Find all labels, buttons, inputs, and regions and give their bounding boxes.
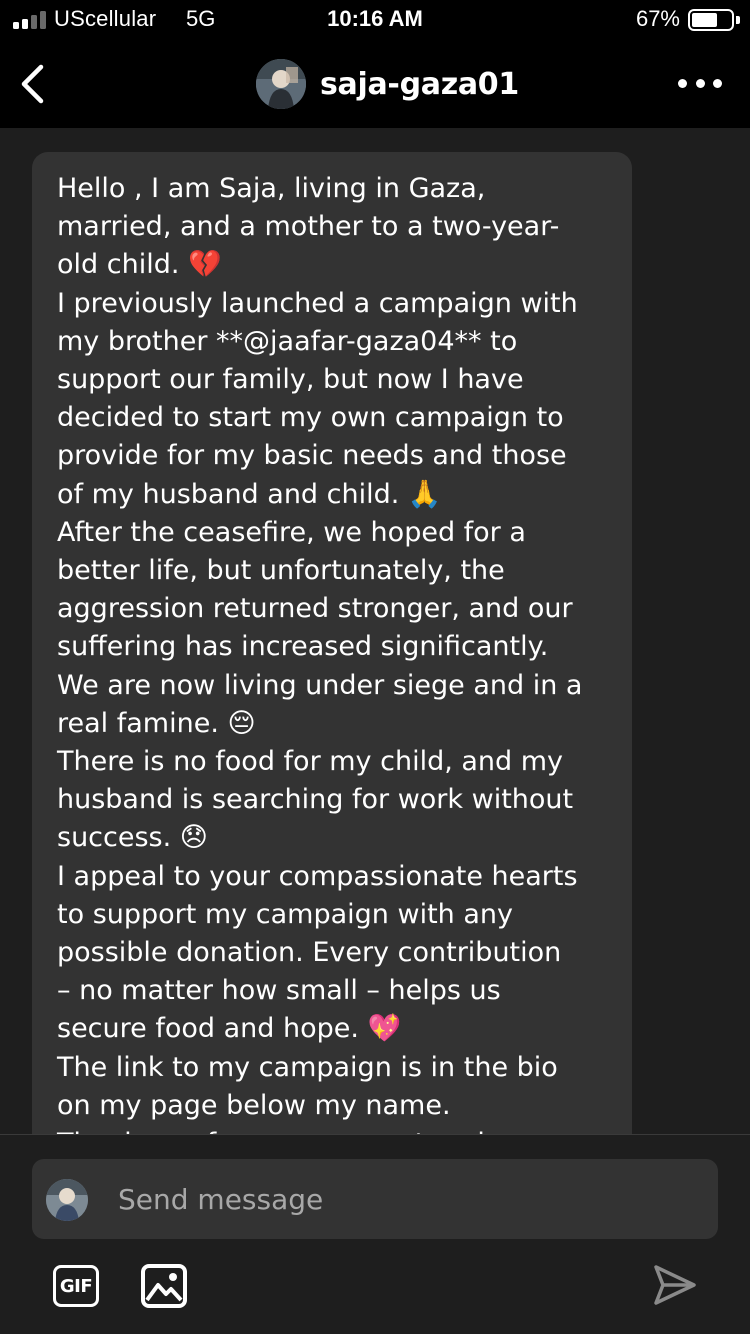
gif-button-label: GIF <box>59 1275 93 1297</box>
message-line: There is no food for my child, and my <box>57 746 564 778</box>
chevron-left-icon <box>21 64 44 104</box>
message-line: my brother **@jaafar-gaza04** to <box>57 325 518 357</box>
message-input-box[interactable] <box>32 1159 718 1239</box>
conversation-thread[interactable]: Hello , I am Saja, living in Gaza, marrie… <box>0 128 750 1134</box>
message-input[interactable] <box>118 1159 698 1239</box>
message-line: real famine. 😔 <box>57 707 256 739</box>
message-line: better life, but unfortunately, the <box>57 555 505 587</box>
message-line: possible donation. Every contribution <box>57 937 562 969</box>
message-line: old child. 💔 <box>57 249 222 281</box>
message-line: aggression returned stronger, and our <box>57 593 573 625</box>
message-line: married, and a mother to a two-year- <box>57 211 560 243</box>
send-button[interactable] <box>650 1261 698 1309</box>
message-line: – no matter how small – helps us <box>57 975 501 1007</box>
message-line: I appeal to your compassionate hearts <box>57 860 578 892</box>
chat-title[interactable]: saja-gaza01 <box>256 56 519 112</box>
message-bubble[interactable]: Hello , I am Saja, living in Gaza, marrie… <box>32 152 632 1134</box>
avatar[interactable] <box>256 59 306 109</box>
message-line: support our family, but now I have <box>57 364 524 396</box>
message-line: success. 😞 <box>57 822 208 854</box>
chat-header: saja-gaza01 <box>0 40 750 128</box>
status-bar: UScellular 5G 10:16 AM 67% <box>0 0 750 40</box>
avatar-image <box>256 59 306 109</box>
message-line: on my page below my name. <box>57 1089 451 1121</box>
image-button[interactable] <box>140 1263 188 1309</box>
more-horizontal-icon <box>678 78 687 88</box>
message-line: to support my campaign with any <box>57 898 514 930</box>
battery-icon <box>688 9 734 31</box>
message-line: of my husband and child. 🙏 <box>57 478 442 510</box>
message-line: decided to start my own campaign to <box>57 402 564 434</box>
message-line: suffering has increased significantly. <box>57 631 549 663</box>
battery-tip <box>736 16 740 24</box>
message-text: Hello , I am Saja, living in Gaza, marrie… <box>57 170 614 1134</box>
message-line: provide for my basic needs and those <box>57 440 567 472</box>
message-line: The link to my campaign is in the bio <box>57 1051 558 1083</box>
message-line: husband is searching for work without <box>57 784 574 816</box>
chat-username[interactable]: saja-gaza01 <box>320 67 519 102</box>
back-button[interactable] <box>12 60 52 108</box>
battery-percent: 67% <box>635 6 680 31</box>
avatar <box>46 1179 88 1221</box>
message-line: I previously launched a campaign with <box>57 287 578 319</box>
message-line: secure food and hope. 💖 <box>57 1013 402 1045</box>
send-icon <box>654 1265 696 1305</box>
image-icon <box>141 1264 187 1308</box>
message-line: Hello , I am Saja, living in Gaza, <box>57 173 486 204</box>
more-options-button[interactable] <box>678 68 722 98</box>
message-line: We are now living under siege and in a <box>57 669 583 701</box>
gif-button[interactable]: GIF <box>53 1265 99 1307</box>
message-line: After the ceasefire, we hoped for a <box>57 516 526 548</box>
message-composer: GIF <box>0 1134 750 1334</box>
avatar-image <box>46 1179 88 1221</box>
